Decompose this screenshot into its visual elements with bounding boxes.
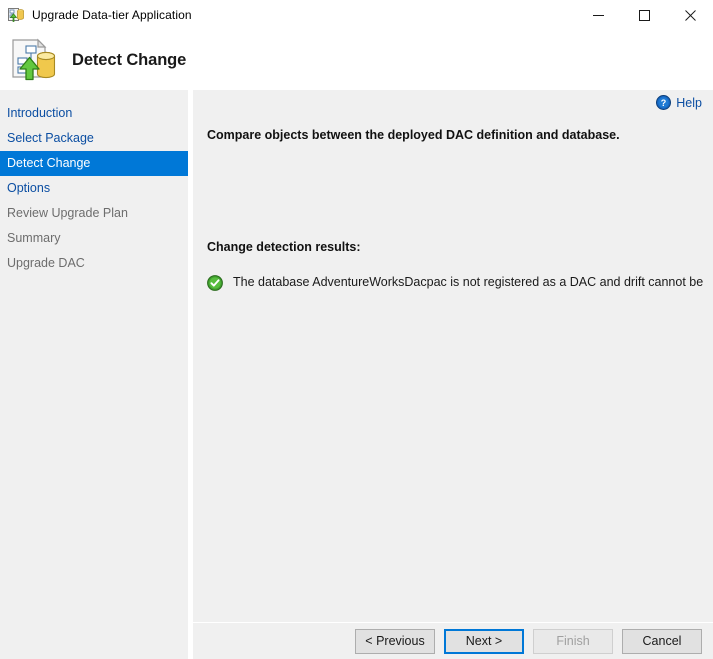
sidebar-item-select-package[interactable]: Select Package [0,126,188,151]
minimize-button[interactable] [575,0,621,30]
detect-change-icon [10,37,56,83]
maximize-button[interactable] [621,0,667,30]
finish-button: Finish [533,628,613,654]
success-check-icon [207,275,223,291]
sidebar-item-summary: Summary [7,231,61,245]
results-heading: Change detection results: [207,240,361,254]
minimize-icon [592,14,604,16]
help-link[interactable]: ? Help [656,95,702,110]
sidebar-item-options[interactable]: Options [0,176,188,201]
instruction-text: Compare objects between the deployed DAC… [207,128,620,142]
close-icon [684,9,696,21]
cancel-button[interactable]: Cancel [622,628,702,654]
wizard-steps-sidebar: Introduction Select Package Detect Chang… [0,90,188,659]
window-title: Upgrade Data-tier Application [32,8,192,22]
sidebar-item-review-upgrade-plan: Review Upgrade Plan [7,206,128,220]
main-content-panel: ? Help Compare objects between the deplo… [193,90,713,622]
upgrade-data-tier-application-window: Upgrade Data-tier Application Detect Cha… [0,0,713,659]
page-header: Detect Change [0,30,713,90]
sidebar-item-upgrade-dac: Upgrade DAC [7,256,85,270]
close-button[interactable] [667,0,713,30]
wizard-footer: < Previous Next > Finish Cancel [193,623,713,659]
title-bar: Upgrade Data-tier Application [0,0,713,30]
next-button[interactable]: Next > [444,628,524,654]
previous-button[interactable]: < Previous [355,628,435,654]
help-icon: ? [656,95,672,110]
result-row: The database AdventureWorksDacpac is not… [207,274,703,291]
help-label: Help [676,95,702,110]
content-column: ? Help Compare objects between the deplo… [193,90,713,659]
sidebar-item-detect-change[interactable]: Detect Change [0,151,188,176]
window-controls [575,0,713,30]
page-title: Detect Change [72,50,187,69]
svg-text:?: ? [661,98,667,108]
maximize-icon [638,9,650,21]
result-message: The database AdventureWorksDacpac is not… [233,275,703,289]
window-body: Introduction Select Package Detect Chang… [0,90,713,659]
upgrade-dac-icon [8,7,24,23]
sidebar-item-introduction[interactable]: Introduction [0,101,188,126]
